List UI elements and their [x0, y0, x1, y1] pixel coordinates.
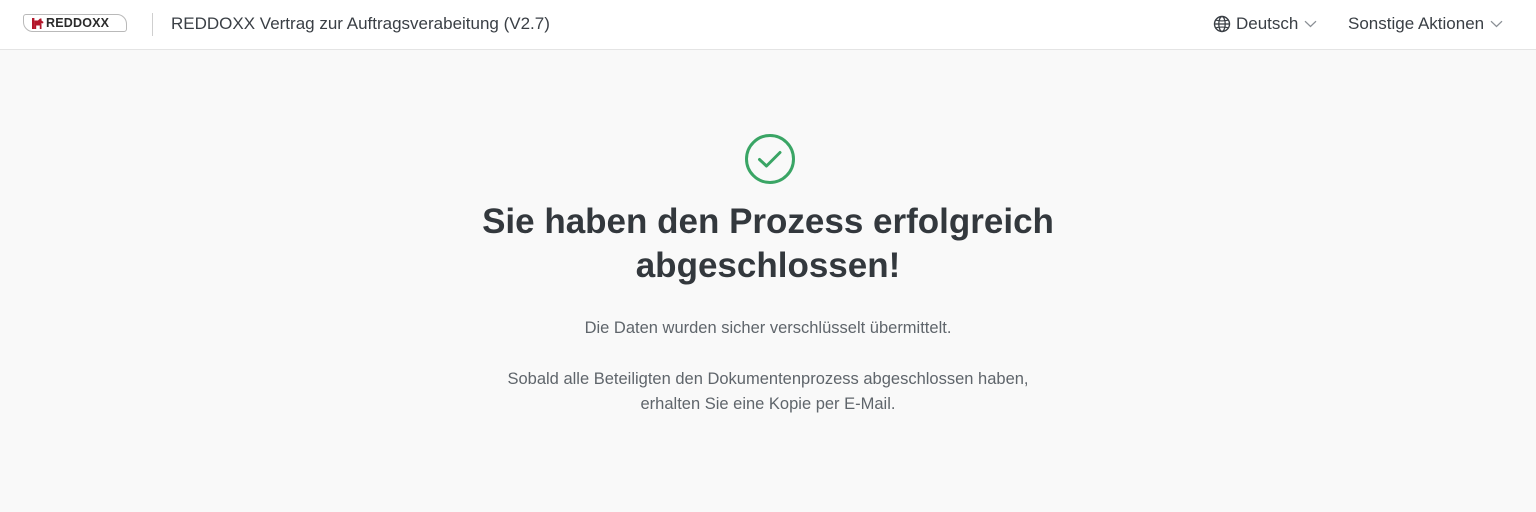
encryption-message: Die Daten wurden sicher verschlüsselt üb… — [584, 319, 952, 337]
check-circle-icon — [745, 134, 795, 184]
logo-text: REDDOXX — [46, 15, 110, 30]
language-label: Deutsch — [1236, 14, 1299, 33]
top-bar: REDDOXX REDDOXX Vertrag zur Auftragsvera… — [0, 0, 1536, 50]
document-title: REDDOXX Vertrag zur Auftragsverabeitung … — [171, 14, 550, 33]
chevron-down-icon — [1490, 20, 1503, 28]
globe-icon — [1213, 15, 1231, 33]
other-actions-menu[interactable]: Sonstige Aktionen — [1348, 13, 1503, 35]
language-selector[interactable]: Deutsch — [1213, 13, 1317, 35]
copy-notice-line-2: erhalten Sie eine Kopie per E-Mail. — [640, 395, 896, 413]
chevron-down-icon — [1304, 20, 1317, 28]
headline-line-2: abgeschlossen! — [635, 246, 901, 285]
copy-notice-line-1: Sobald alle Beteiligten den Dokumentenpr… — [507, 370, 1029, 388]
reddoxx-logo-icon — [32, 17, 44, 29]
other-actions-label: Sonstige Aktionen — [1348, 14, 1485, 33]
success-headline: Sie haben den Prozess erfolgreich abgesc… — [418, 200, 1118, 288]
reddoxx-logo[interactable]: REDDOXX — [23, 14, 127, 32]
headline-line-1: Sie haben den Prozess erfolgreich — [482, 202, 1054, 241]
header-divider — [152, 13, 153, 36]
copy-notice-message: Sobald alle Beteiligten den Dokumentenpr… — [418, 367, 1118, 417]
